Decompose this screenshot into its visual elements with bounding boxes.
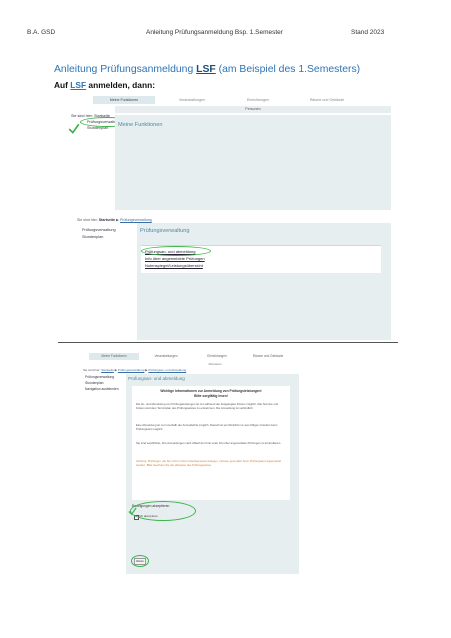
lsf-link[interactable]: LSF xyxy=(196,64,216,75)
info-paragraph-1: Die An- und Abmeldung von Prüfungsleistu… xyxy=(136,402,279,410)
top-nav: Meine Funktionen Veranstaltungen Einrich… xyxy=(65,95,391,105)
header-center: Anleitung Prüfungsanmeldung Bsp. 1.Semes… xyxy=(146,29,283,36)
subnav2-personen[interactable]: Personen xyxy=(131,361,299,367)
subnav-personen[interactable]: Personen xyxy=(115,106,391,113)
screenshot-pruefungsanmeldung: Meine Funktionen Veranstaltungen Einrich… xyxy=(83,352,299,574)
info-heading-2: Bitte sorgfältig lesen! xyxy=(194,394,228,398)
info-paragraph-2: Eine Abmeldung ist nur innerhalb der Anm… xyxy=(136,423,278,431)
tab-einrichtungen[interactable]: Einrichtungen xyxy=(229,96,287,104)
info-box: Wichtige Informationen zur Anmeldung von… xyxy=(132,386,290,500)
header-right: Stand 2023 xyxy=(351,29,385,36)
page-header: B.A. GSD Anleitung Prüfungsanmeldung Bsp… xyxy=(0,29,451,39)
tab-meine-funktionen[interactable]: Meine Funktionen xyxy=(93,96,155,104)
breadcrumb-start[interactable]: Startseite xyxy=(99,218,115,222)
screenshot-lsf-start: Meine Funktionen Veranstaltungen Einrich… xyxy=(65,95,391,340)
lsf-link-2[interactable]: LSF xyxy=(70,80,86,90)
header-left: B.A. GSD xyxy=(27,29,56,36)
tab2-veranstaltungen[interactable]: Veranstaltungen xyxy=(143,353,189,360)
sidebar3-navigation-ausblenden[interactable]: Navigation ausblenden xyxy=(85,387,119,391)
info-heading: Wichtige Informationen zur Anmeldung von… xyxy=(160,389,262,393)
highlight-circle-3 xyxy=(130,501,196,521)
sidebar2-pruefungsverwaltung[interactable]: Prüfungsverwaltung xyxy=(82,228,116,232)
tab2-einrichtungen[interactable]: Einrichtungen xyxy=(195,353,239,360)
checkmark-icon-2 xyxy=(128,507,137,516)
link-info-angemeldet[interactable]: Info über angemeldete Prüfungen xyxy=(145,256,205,261)
sidebar2-stundenplan[interactable]: Stundenplan xyxy=(82,235,103,239)
breadcrumb-2: Sie sind hier: Startseite ▶ Prüfungsverw… xyxy=(83,368,187,372)
tab-raeume[interactable]: Räume und Gebäude xyxy=(293,96,361,104)
page-subtitle: Auf LSF anmelden, dann: xyxy=(54,80,155,90)
anmeldung-panel: Prüfungsan- und abmeldung Wichtige Infor… xyxy=(126,374,299,574)
meine-funktionen-panel: Meine Funktionen xyxy=(115,115,391,210)
info-paragraph-warning: Achtung: Prüfungen, die Sie nicht in Ihr… xyxy=(136,459,282,467)
panel-title: Meine Funktionen xyxy=(118,122,163,128)
anmeldung-title: Prüfungsan- und abmeldung xyxy=(128,376,185,381)
highlight-circle-2 xyxy=(141,246,211,256)
pruefungsverwaltung-panel: Prüfungsverwaltung Prüfungsan- und abmel… xyxy=(137,223,391,340)
checkmark-icon xyxy=(68,123,80,134)
tab2-raeume[interactable]: Räume und Gebäude xyxy=(243,353,293,360)
breadcrumb-current[interactable]: Prüfungsverwaltung xyxy=(120,218,152,222)
sidebar3-stundenplan[interactable]: Stundenplan xyxy=(85,381,104,385)
sidebar3-pruefungsverwaltung[interactable]: Prüfungsverwaltung xyxy=(85,375,114,379)
breadcrumb: Sie sind hier: Startseite ▶ Prüfungsverw… xyxy=(77,218,152,222)
page-title: Anleitung Prüfungsanmeldung LSF (am Beis… xyxy=(54,64,361,75)
separator-line xyxy=(58,342,398,343)
top-nav-2: Meine Funktionen Veranstaltungen Einrich… xyxy=(83,352,299,361)
link-notenspiegel[interactable]: Notenspiegel/Leistungsübersicht xyxy=(145,263,203,268)
info-paragraph-3: Sie sind verpflichtet, Ihre Anmeldungen … xyxy=(136,441,282,445)
tab-veranstaltungen[interactable]: Veranstaltungen xyxy=(163,96,221,104)
tab2-meine-funktionen[interactable]: Meine Funktionen xyxy=(89,353,139,360)
highlight-circle-4 xyxy=(131,555,149,567)
panel-title-2: Prüfungsverwaltung xyxy=(140,228,190,234)
